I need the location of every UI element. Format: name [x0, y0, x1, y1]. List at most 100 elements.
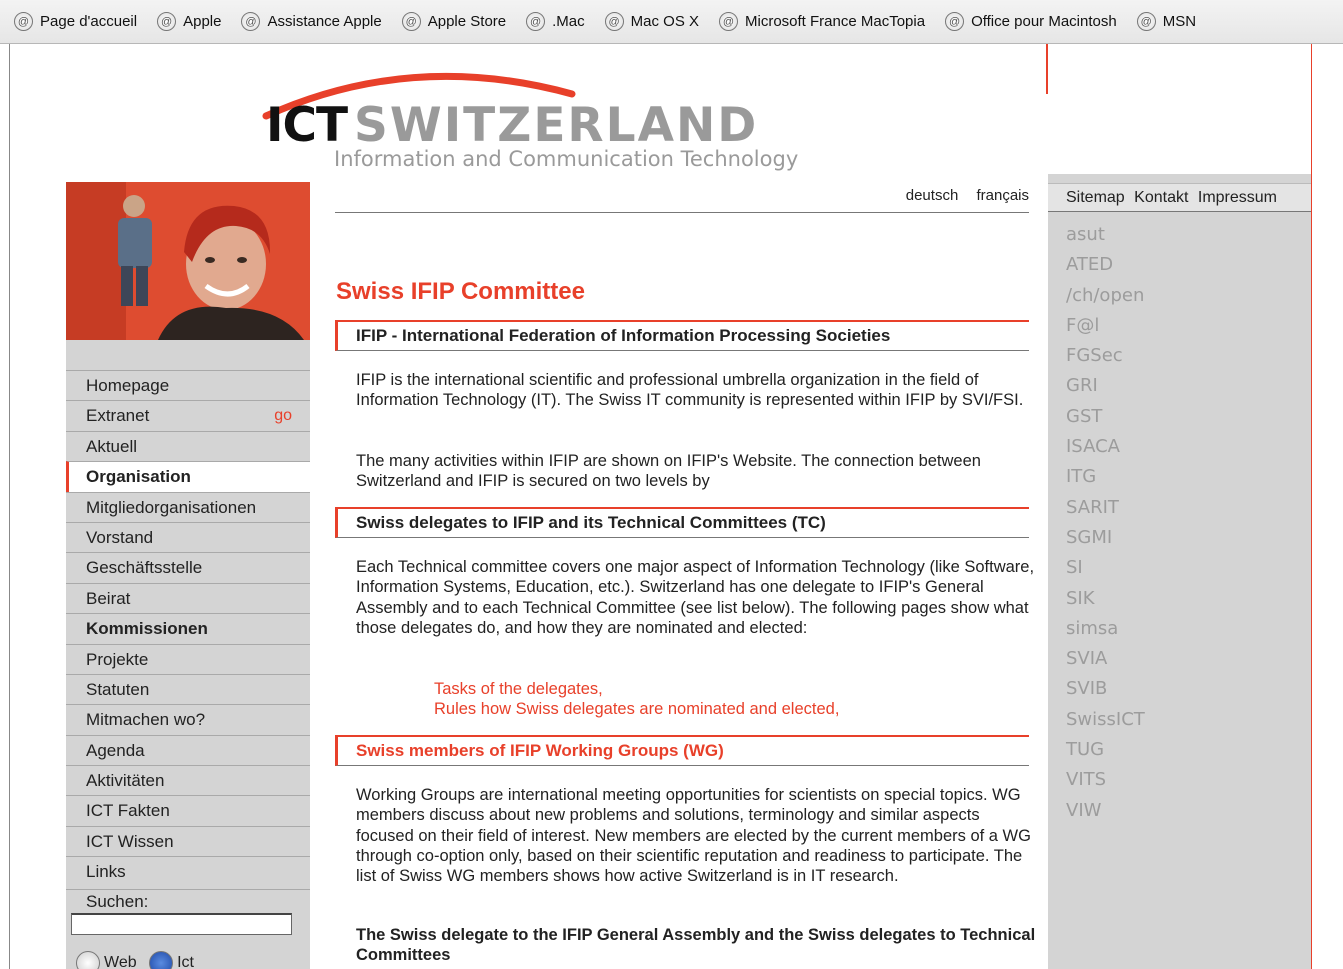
bookmark-item[interactable]: @ .Mac	[526, 12, 585, 31]
member-org-link[interactable]: ATED	[1066, 250, 1145, 280]
nav-item-kommissionen[interactable]: Kommissionen	[66, 613, 310, 643]
member-org-link[interactable]: SARIT	[1066, 493, 1145, 523]
nav-item-extranet[interactable]: Extranet go	[66, 400, 310, 430]
member-org-link[interactable]: VITS	[1066, 765, 1145, 795]
nav-item-aktuell[interactable]: Aktuell	[66, 430, 310, 461]
nav-item-label: Aktivitäten	[86, 771, 165, 791]
nav-item-label: Beirat	[86, 588, 131, 608]
lang-francais-link[interactable]: français	[976, 187, 1029, 204]
lang-deutsch-link[interactable]: deutsch	[906, 187, 959, 204]
nav-item-links[interactable]: Links	[66, 856, 310, 886]
search-input[interactable]	[71, 912, 292, 935]
member-org-link[interactable]: SI	[1066, 553, 1145, 583]
member-org-link[interactable]: asut	[1066, 220, 1145, 250]
bookmark-label: Apple	[183, 13, 222, 30]
paragraph-ifip-activities: The many activities within IFIP are show…	[356, 452, 981, 491]
nav-item-mitgliedorganisationen[interactable]: Mitgliedorganisationen	[66, 491, 310, 522]
nav-item-label: ICT Fakten	[86, 801, 170, 821]
member-org-link[interactable]: SGMI	[1066, 523, 1145, 553]
left-navigation: Homepage Extranet go Aktuell Organisation Mit…	[66, 370, 310, 935]
bookmark-item[interactable]: @ Page d'accueil	[14, 12, 137, 31]
member-org-link[interactable]: SwissICT	[1066, 705, 1145, 735]
search-scope-radios: Web Ict	[76, 951, 306, 969]
ictswitzerland-logo[interactable]: ICT SWITZERLAND Information and Communic…	[262, 60, 822, 180]
paragraph-ifip-intro: IFIP is the international scientific and…	[356, 371, 1024, 410]
nav-item-agenda[interactable]: Agenda	[66, 734, 310, 765]
paragraph-working-groups: Working Groups are international meeting…	[356, 786, 1031, 886]
link-nomination-rules[interactable]: Rules how Swiss delegates are nominated …	[434, 699, 839, 719]
bookmark-label: Assistance Apple	[267, 13, 382, 30]
nav-item-organisation[interactable]: Organisation	[66, 461, 310, 492]
impressum-link[interactable]: Impressum	[1198, 189, 1277, 206]
bookmarks-bar: @ Page d'accueil @ Apple @ Assistance Apple @ A…	[0, 0, 1343, 44]
member-org-link[interactable]: GRI	[1066, 371, 1145, 401]
member-org-link[interactable]: VIW	[1066, 796, 1145, 826]
nav-item-statuten[interactable]: Statuten	[66, 673, 310, 704]
nav-item-label: Homepage	[86, 376, 170, 395]
member-org-link[interactable]: SVIA	[1066, 644, 1145, 674]
radio-web[interactable]	[76, 951, 100, 969]
nav-item-label: ICT Wissen	[86, 831, 174, 851]
nav-item-label: Mitgliedorganisationen	[86, 497, 257, 517]
nav-item-aktivit-ten[interactable]: Aktivitäten	[66, 765, 310, 795]
section-heading-ifip: IFIP - International Federation of Infor…	[335, 320, 1029, 351]
bookmark-at-icon: @	[157, 12, 177, 31]
extranet-go-link[interactable]: go	[274, 401, 292, 430]
bookmark-label: Page d'accueil	[40, 13, 138, 30]
bookmark-item[interactable]: @ MSN	[1136, 12, 1196, 31]
right-sidebar: Sitemap Kontakt Impressum asut ATED/ch/op…	[1048, 174, 1311, 969]
nav-item-label: Aktuell	[86, 436, 138, 456]
bookmark-at-icon: @	[14, 12, 33, 31]
bookmark-item[interactable]: @ Mac OS X	[604, 12, 699, 31]
nav-item-vorstand[interactable]: Vorstand	[66, 521, 310, 552]
member-org-link[interactable]: /ch/open	[1066, 281, 1145, 311]
nav-item-ict-wissen[interactable]: ICT Wissen	[66, 825, 310, 856]
page-right-border	[1311, 44, 1312, 969]
nav-item-label: Mitmachen wo?	[86, 710, 206, 730]
page-left-border	[9, 44, 10, 969]
nav-item-mitmachen-wo-[interactable]: Mitmachen wo?	[66, 704, 310, 734]
logo-switzerland-text: SWITZERLAND	[354, 98, 759, 153]
member-org-link[interactable]: ITG	[1066, 462, 1145, 492]
nav-item-label: Extranet	[86, 406, 150, 426]
member-org-link[interactable]: SIK	[1066, 584, 1145, 614]
bookmark-item[interactable]: @ Assistance Apple	[241, 12, 382, 31]
nav-item-gesch-ftsstelle[interactable]: Geschäftsstelle	[66, 552, 310, 582]
radio-site-label: Ict	[177, 954, 194, 969]
bookmark-at-icon: @	[719, 12, 738, 31]
bookmark-label: Apple Store	[427, 13, 507, 30]
section-heading-delegates: Swiss delegates to IFIP and its Technica…	[335, 507, 1029, 538]
member-org-link[interactable]: GST	[1066, 402, 1145, 432]
nav-item-projekte[interactable]: Projekte	[66, 643, 310, 674]
member-org-link[interactable]: ISACA	[1066, 432, 1145, 462]
kontakt-link[interactable]: Kontakt	[1134, 189, 1188, 206]
bookmark-label: Office pour Macintosh	[971, 13, 1117, 30]
language-switcher: deutsch français	[335, 184, 1029, 213]
member-org-link[interactable]: F@l	[1066, 311, 1145, 341]
bookmark-item[interactable]: @ Apple Store	[401, 12, 507, 31]
member-org-link[interactable]: TUG	[1066, 735, 1145, 765]
bookmark-at-icon: @	[604, 12, 624, 31]
link-tasks-of-delegates[interactable]: Tasks of the delegates,	[434, 679, 839, 699]
nav-item-ict-fakten[interactable]: ICT Fakten	[66, 795, 310, 825]
bookmark-label: .Mac	[552, 13, 585, 30]
nav-item-label: Organisation	[86, 467, 191, 487]
nav-item-beirat[interactable]: Beirat	[66, 582, 310, 613]
sitemap-link[interactable]: Sitemap	[1066, 189, 1125, 206]
member-org-link[interactable]: FGSec	[1066, 341, 1145, 371]
logo-ict-text: ICT	[266, 98, 348, 153]
bookmark-label: Mac OS X	[630, 13, 699, 30]
member-org-link[interactable]: simsa	[1066, 614, 1145, 644]
people-photo-icon	[66, 182, 310, 340]
bookmark-item[interactable]: @ Apple	[157, 12, 221, 31]
header-divider	[1046, 44, 1048, 94]
paragraph-general-assembly: The Swiss delegate to the IFIP General A…	[356, 926, 1036, 965]
bookmark-item[interactable]: @ Office pour Macintosh	[945, 12, 1117, 31]
delegate-links: Tasks of the delegates, Rules how Swiss …	[434, 679, 839, 720]
nav-item-label: Projekte	[86, 649, 149, 669]
radio-site[interactable]	[149, 951, 174, 969]
member-org-link[interactable]: SVIB	[1066, 674, 1145, 704]
nav-item-homepage[interactable]: Homepage	[66, 370, 310, 400]
nav-item-label: Vorstand	[86, 527, 154, 547]
bookmark-item[interactable]: @ Microsoft France MacTopia	[719, 12, 925, 31]
